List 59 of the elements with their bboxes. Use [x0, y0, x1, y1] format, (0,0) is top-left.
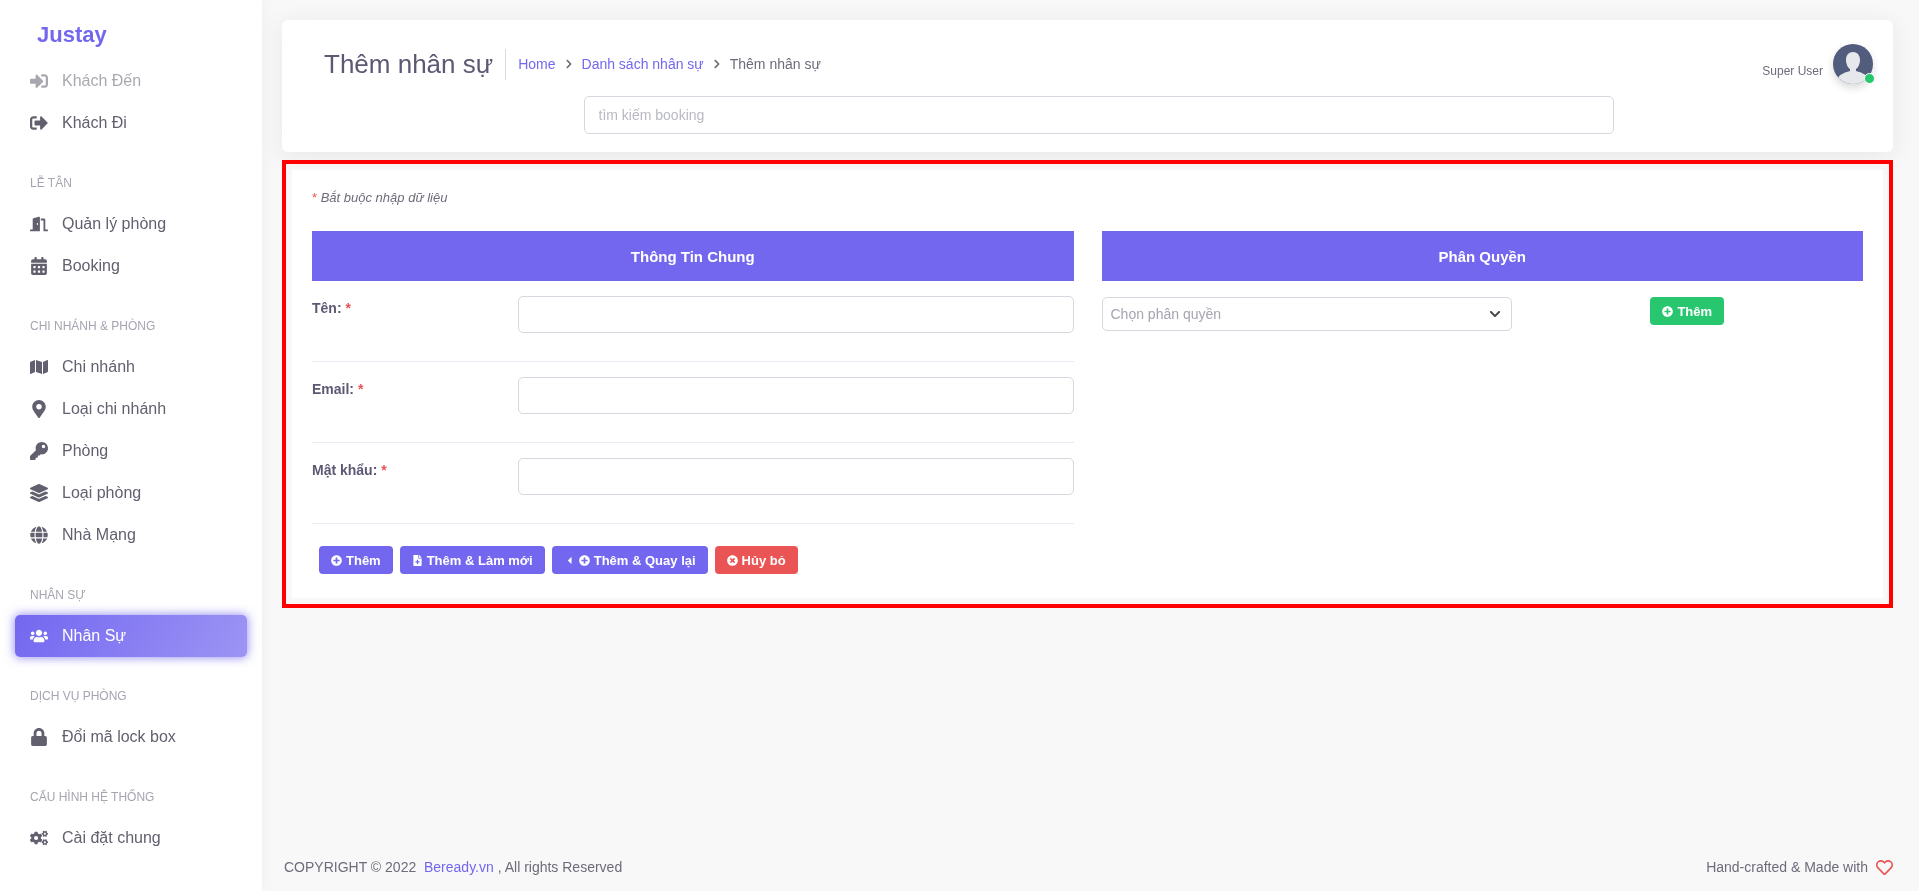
breadcrumb-link[interactable]: Home — [518, 56, 556, 72]
search-field[interactable]: tìm kiếm booking — [583, 96, 1614, 134]
footer-link[interactable]: Beready.vn — [424, 859, 494, 875]
menu-icon — [30, 484, 48, 502]
input-field[interactable] — [518, 377, 1074, 414]
avatar[interactable] — [1833, 44, 1873, 84]
sidebar-item[interactable]: Cài đặt chung — [15, 817, 247, 859]
section-header: Phân Quyền — [1101, 231, 1863, 281]
field-label: Tên: * — [312, 299, 352, 318]
menu-icon — [30, 114, 48, 132]
sidebar-item[interactable]: Phòng — [15, 430, 247, 472]
sidebar-heading: LỄ TÂN — [29, 176, 73, 190]
menu-icon — [30, 257, 48, 275]
input-field[interactable] — [518, 458, 1074, 495]
field-label: Mật khẩu: * — [312, 461, 388, 480]
brand-logo[interactable]: Justay — [15, 22, 247, 48]
action-button[interactable]: Hủy bỏ — [714, 546, 798, 574]
menu-icon — [30, 526, 48, 544]
sidebar-item[interactable]: Khách Đi — [15, 102, 247, 144]
sidebar-item[interactable]: Booking — [15, 245, 247, 287]
user-name: Super User — [1762, 64, 1823, 78]
sidebar-item[interactable]: Nhà Mạng — [15, 514, 247, 556]
menu-icon — [30, 215, 48, 233]
menu-icon — [30, 627, 48, 645]
action-button[interactable]: Thêm — [319, 546, 393, 574]
sidebar-item[interactable]: Quản lý phòng — [15, 203, 247, 245]
required-note: * Bắt buộc nhập dữ liệu — [312, 190, 449, 205]
file-plus-icon — [411, 554, 423, 566]
action-button[interactable]: Thêm & Làm mới — [399, 546, 545, 574]
sidebar-heading: NHÂN SỰ — [29, 588, 87, 602]
input-field[interactable] — [518, 296, 1074, 333]
chevron-right-icon — [563, 59, 574, 69]
sidebar-item[interactable]: Đổi mã lock box — [15, 716, 247, 758]
menu-icon — [30, 72, 48, 90]
chevron-right-icon — [711, 59, 722, 69]
breadcrumb-link[interactable]: Danh sách nhân sự — [581, 56, 704, 72]
menu-icon — [30, 400, 48, 418]
sidebar-heading: DỊCH VỤ PHÒNG — [29, 689, 128, 703]
credit-text: Hand-crafted & Made with — [1706, 859, 1868, 875]
sidebar-item[interactable]: Nhân Sự — [15, 615, 247, 657]
action-button[interactable]: Thêm & Quay lại — [551, 546, 708, 574]
sidebar-heading: CHI NHÁNH & PHÒNG — [29, 319, 157, 333]
sidebar-item[interactable]: Chi nhánh — [15, 346, 247, 388]
sidebar-heading: CẤU HÌNH HỆ THỐNG — [29, 790, 156, 804]
breadcrumb-current: Thêm nhân sự — [729, 56, 821, 72]
copyright-text: COPYRIGHT © 2022 Beready.vn , All rights Reserved — [284, 859, 623, 875]
menu-icon — [30, 829, 48, 847]
sidebar-item[interactable]: Loại chi nhánh — [15, 388, 247, 430]
menu-icon — [30, 358, 48, 376]
chevron-down-icon — [1488, 308, 1501, 320]
section-header: Thông Tin Chung — [312, 231, 1074, 281]
menu-icon — [30, 728, 48, 746]
sidebar-item[interactable]: Loại phòng — [15, 472, 247, 514]
permission-select[interactable]: Chọn phân quyền — [1101, 297, 1512, 331]
field-label: Email: * — [312, 380, 365, 399]
page-title: Thêm nhân sự — [324, 48, 507, 80]
heart-icon — [1876, 858, 1893, 876]
menu-icon — [30, 442, 48, 460]
sidebar-item[interactable]: Khách Đến — [15, 60, 247, 102]
